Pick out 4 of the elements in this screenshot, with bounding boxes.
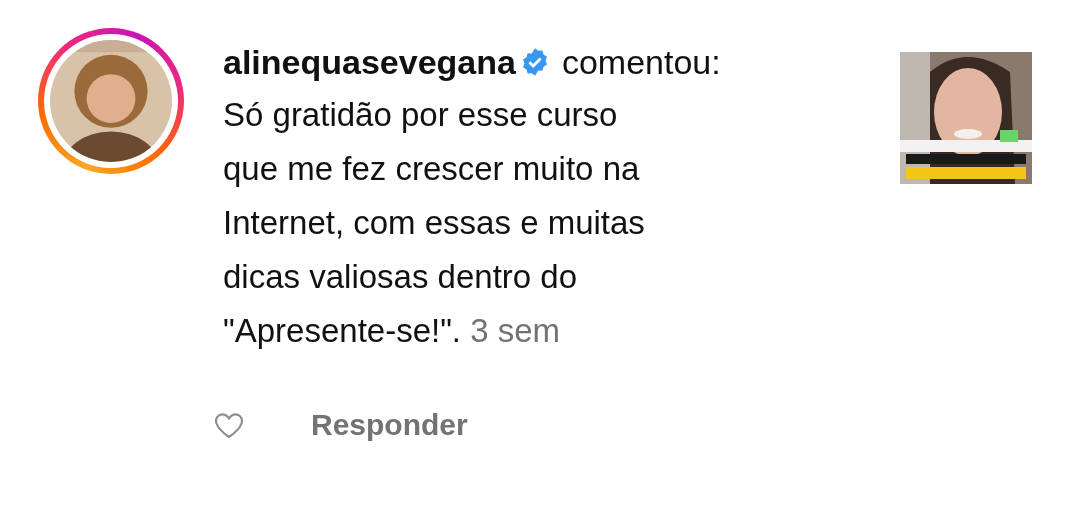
username[interactable]: alinequasevegana: [223, 40, 516, 84]
action-text: comentou:: [561, 42, 721, 83]
comment-text: Só gratidão por esse curso que me fez crescer muito na Internet, com essas e muitas dicas valiosas dentro do "Apresente-se!". 3 sem: [223, 95, 646, 351]
reply-button[interactable]: Responder: [311, 402, 468, 447]
